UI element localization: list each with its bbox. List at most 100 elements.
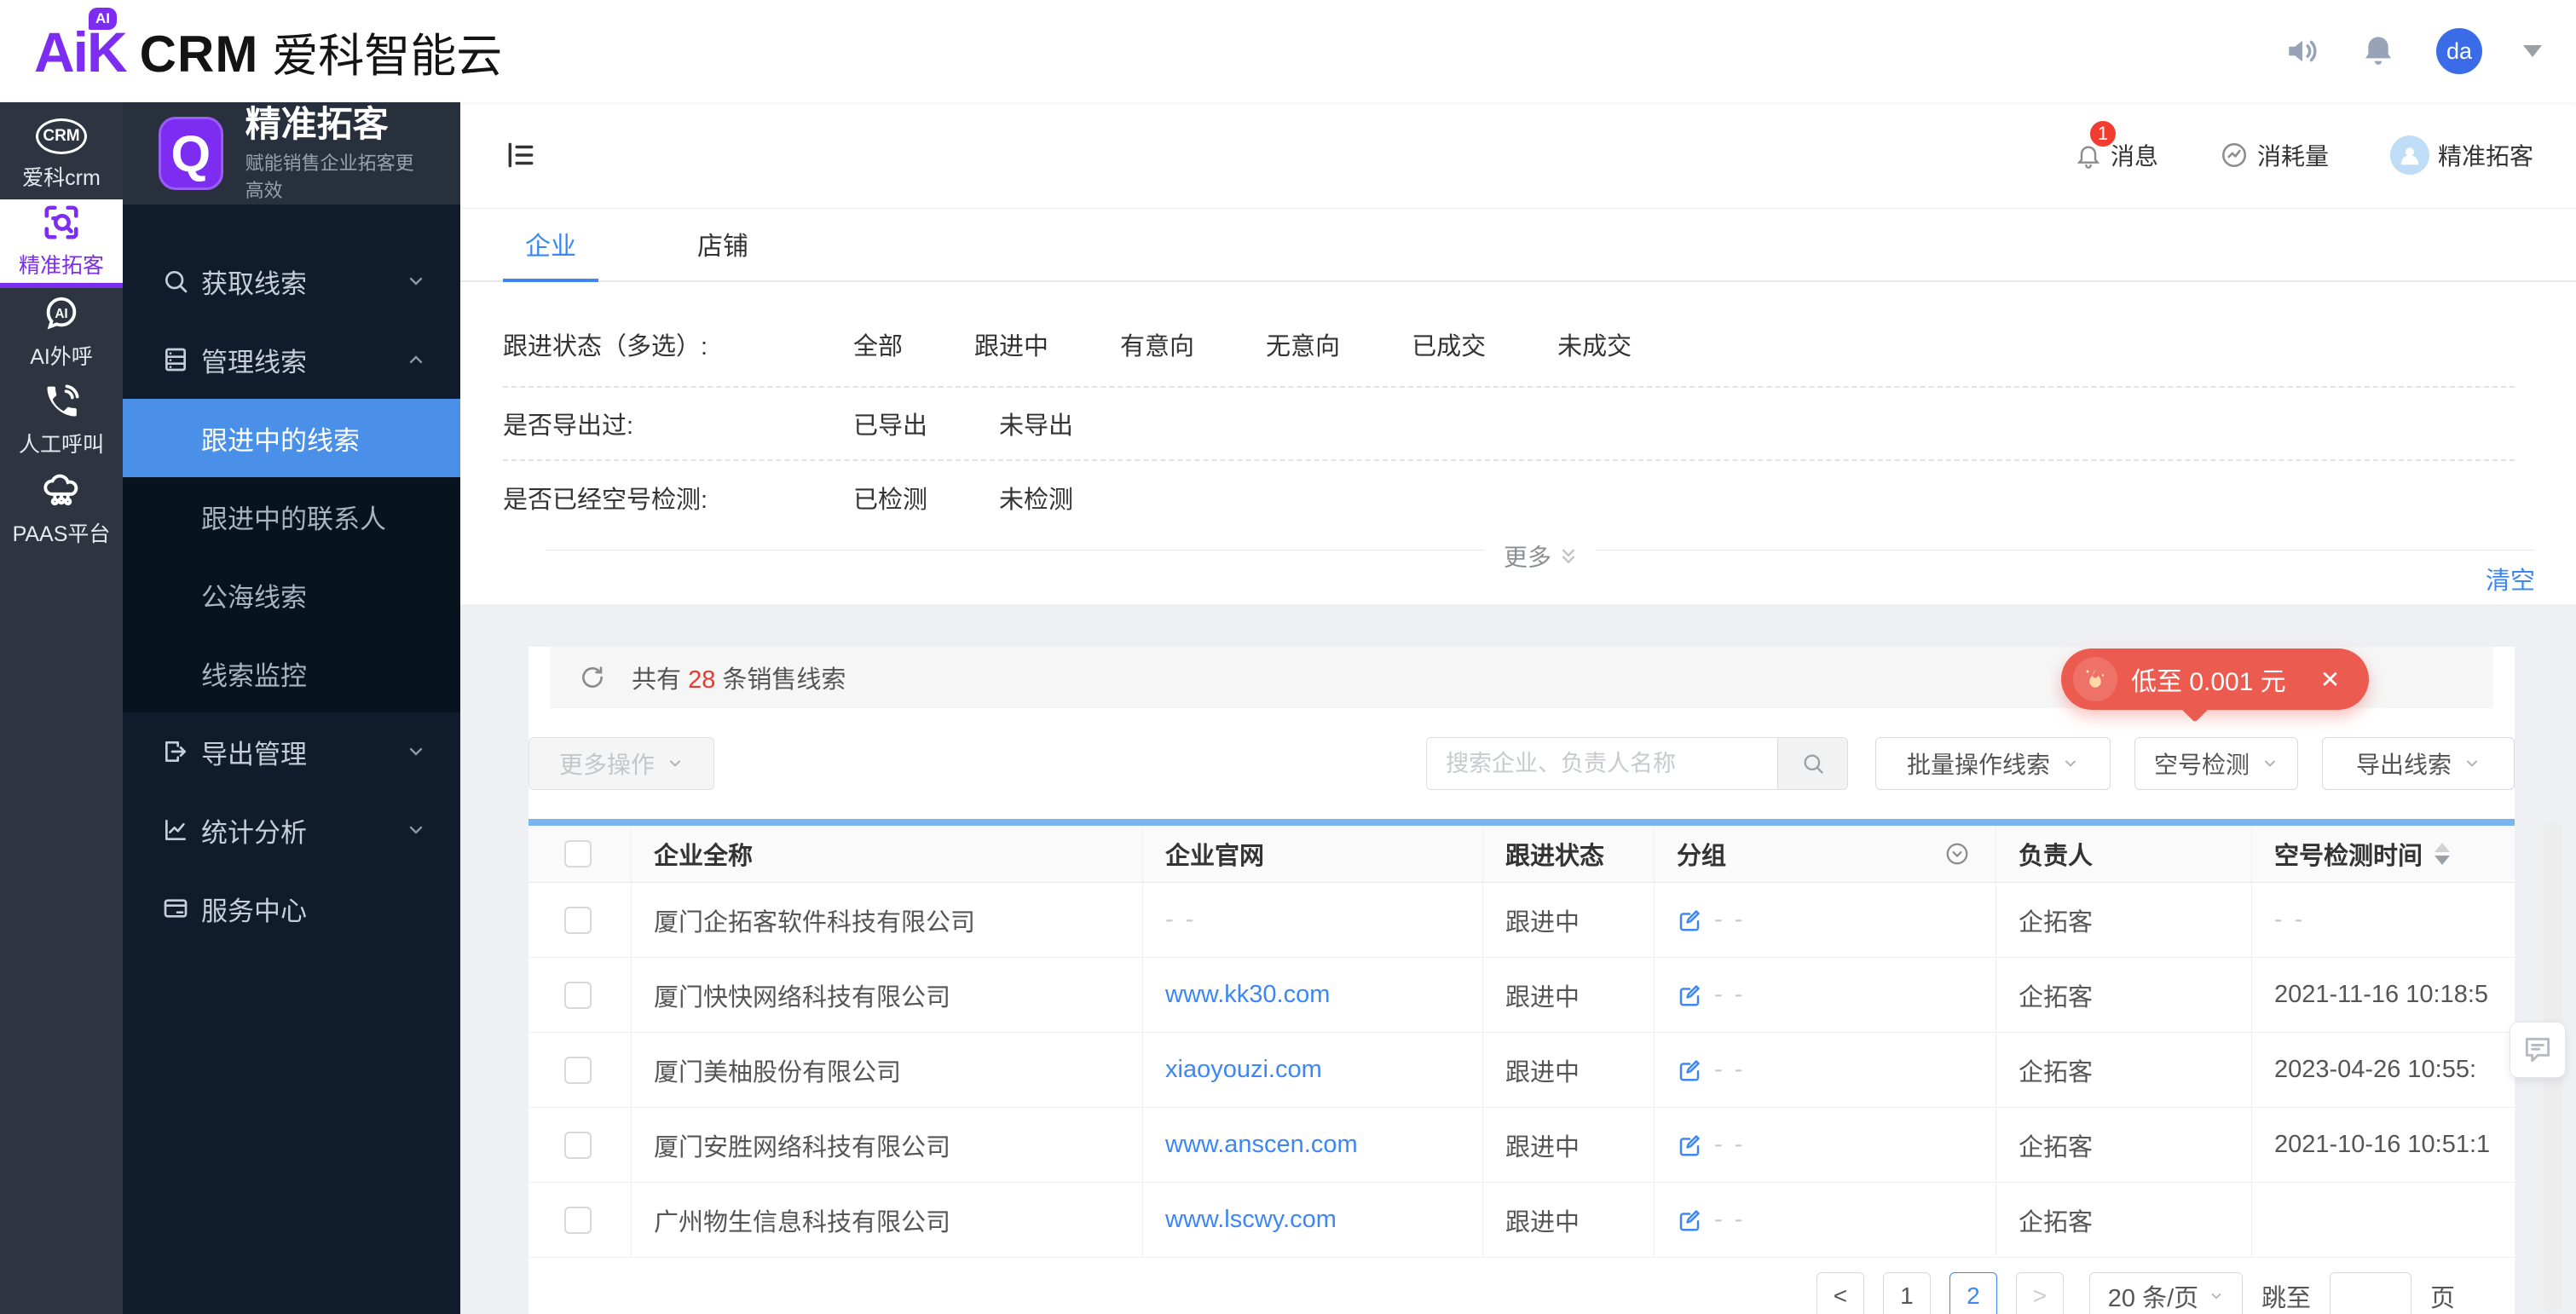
next-page-button[interactable]: > [2015,1271,2064,1314]
rail-item-manual-call[interactable]: 人工呼叫 [0,377,123,465]
double-chevron-down-icon [1562,549,1575,564]
cell-group: - - [1714,906,1746,933]
filter-icon[interactable] [1944,841,1970,867]
rail-item-jingzhun-tuoke[interactable]: 精准拓客 [0,199,123,288]
edit-group-icon[interactable] [1677,1058,1702,1083]
sidebar-item-public-leads[interactable]: 公海线索 [123,556,460,634]
cell-website-link[interactable]: www.anscen.com [1165,1131,1358,1159]
tab-shop[interactable]: 店铺 [675,209,771,282]
main-content: 1 消息 消耗量 精准拓客 企业 店铺 跟进状态（多选）: 全部 跟进中 有意向… [460,102,2576,1314]
sidebar-item-following-contacts[interactable]: 跟进中的联系人 [123,477,460,556]
filter-label: 跟进状态（多选）: [503,333,708,360]
sidebar-item-label: 统计分析 [201,817,307,848]
rail-item-label: 精准拓客 [18,254,104,278]
user-avatar[interactable]: da [2436,28,2482,74]
column-company-name: 企业全称 [632,826,1143,882]
more-filters-button[interactable]: 更多 [1484,532,1597,580]
card-icon [164,899,188,918]
edit-group-icon[interactable] [1677,1207,1702,1233]
filter-option-closed-won[interactable]: 已成交 [1412,326,1486,362]
export-leads-button[interactable]: 导出线索 [2322,737,2515,790]
sidebar-item-following-leads[interactable]: 跟进中的线索 [123,399,460,477]
sidebar-item-statistics[interactable]: 统计分析 [123,791,460,869]
account-button[interactable]: 精准拓客 [2389,135,2533,175]
filter-option-not-exported[interactable]: 未导出 [999,406,1073,441]
collapse-sidebar-icon[interactable] [505,139,537,171]
sidebar-item-label: 服务中心 [201,896,307,926]
speaker-icon[interactable] [2284,33,2320,69]
close-icon[interactable]: ✕ [2320,666,2340,694]
consumption-button[interactable]: 消耗量 [2220,138,2329,172]
rail-item-aike-crm[interactable]: CRM 爱科crm [0,111,123,199]
sidebar-item-service-center[interactable]: 服务中心 [123,869,460,948]
cell-website-link[interactable]: xiaoyouzi.com [1165,1056,1322,1084]
search-box [1426,737,1848,790]
search-input[interactable] [1427,738,1777,789]
tab-company[interactable]: 企业 [503,209,598,282]
edit-group-icon[interactable] [1677,908,1702,933]
edit-group-icon[interactable] [1677,1132,1702,1158]
search-button[interactable] [1777,738,1847,789]
sidebar-item-get-leads[interactable]: 获取线索 [123,242,460,320]
sidebar-item-export-manage[interactable]: 导出管理 [123,712,460,791]
page-size-select[interactable]: 20 条/页 [2088,1271,2243,1314]
content-area: 共有 28 条销售线索 更多操作 搜索企业、负责人名称 批量操作线索 空号检测 … [460,604,2576,1314]
bell-icon[interactable] [2361,34,2395,68]
filter-row-exported: 是否导出过: 已导出 未导出 [503,388,2515,461]
page-button-1[interactable]: 1 [1882,1271,1931,1314]
row-checkbox[interactable] [564,1056,592,1084]
column-status: 跟进状态 [1483,826,1655,882]
cell-status: 跟进中 [1483,1033,1655,1107]
sort-icon[interactable] [2434,843,2451,865]
chevron-up-icon [409,355,423,364]
jump-label: 跳至 [2261,1284,2311,1312]
consumption-icon [2221,142,2246,168]
filter-option-interested[interactable]: 有意向 [1120,326,1194,362]
empty-number-check-button[interactable]: 空号检测 [2134,737,2298,790]
filter-label: 是否已经空号检测: [503,487,708,514]
target-search-icon [42,203,81,242]
filter-option-following[interactable]: 跟进中 [974,326,1048,362]
chevron-down-icon [2467,760,2477,767]
cell-owner: 企拓客 [1996,1108,2252,1182]
row-checkbox[interactable] [564,981,592,1009]
rail-item-label: 人工呼叫 [18,433,104,457]
filter-option-not-interested[interactable]: 无意向 [1266,326,1340,362]
sidebar-item-manage-leads[interactable]: 管理线索 [123,320,460,399]
filter-label: 是否导出过: [503,412,634,440]
page-jump-input[interactable] [2329,1271,2411,1314]
batch-actions-button[interactable]: 批量操作线索 [1875,737,2111,790]
rail-item-paas[interactable]: PAAS平台 [0,465,123,554]
table-row: 厦门企拓客软件科技有限公司 - - 跟进中 - - 企拓客 - - [528,883,2515,958]
prev-page-button[interactable]: < [1816,1271,1864,1314]
row-checkbox[interactable] [564,906,592,934]
filter-option-all[interactable]: 全部 [853,326,903,362]
edit-group-icon[interactable] [1677,983,1702,1008]
filter-option-not-checked[interactable]: 未检测 [999,480,1073,516]
filter-option-checked[interactable]: 已检测 [853,480,927,516]
app-header: AiK AI CRM 爱科智能云 da [0,0,2576,102]
row-checkbox[interactable] [564,1131,592,1159]
sidebar-item-lead-monitor[interactable]: 线索监控 [123,634,460,712]
refresh-icon[interactable] [579,664,606,691]
feedback-widget[interactable] [2510,1022,2566,1078]
page-button-2[interactable]: 2 [1949,1271,1997,1314]
header-actions: da [2284,28,2542,74]
messages-button[interactable]: 1 消息 [2075,119,2158,172]
cell-website-link[interactable]: www.kk30.com [1165,981,1330,1009]
cell-website-link[interactable]: www.lscwy.com [1165,1206,1337,1234]
more-actions-button[interactable]: 更多操作 [528,737,714,790]
filter-option-exported[interactable]: 已导出 [853,406,927,441]
row-checkbox[interactable] [564,1206,592,1234]
rail-item-ai-call[interactable]: AI AI外呼 [0,288,123,377]
chevron-down-icon[interactable] [2523,45,2542,57]
app-subtitle: 赋能销售企业拓客更高效 [245,153,414,202]
entity-tabs: 企业 店铺 [460,209,2576,282]
chevron-down-icon [409,747,423,756]
filter-option-closed-lost[interactable]: 未成交 [1557,326,1632,362]
clear-filters-link[interactable]: 清空 [2486,561,2535,596]
cell-group: - - [1714,1056,1746,1083]
cell-owner: 企拓客 [1996,1033,2252,1107]
app-title: 精准拓客 [245,103,389,144]
select-all-checkbox[interactable] [564,840,592,867]
